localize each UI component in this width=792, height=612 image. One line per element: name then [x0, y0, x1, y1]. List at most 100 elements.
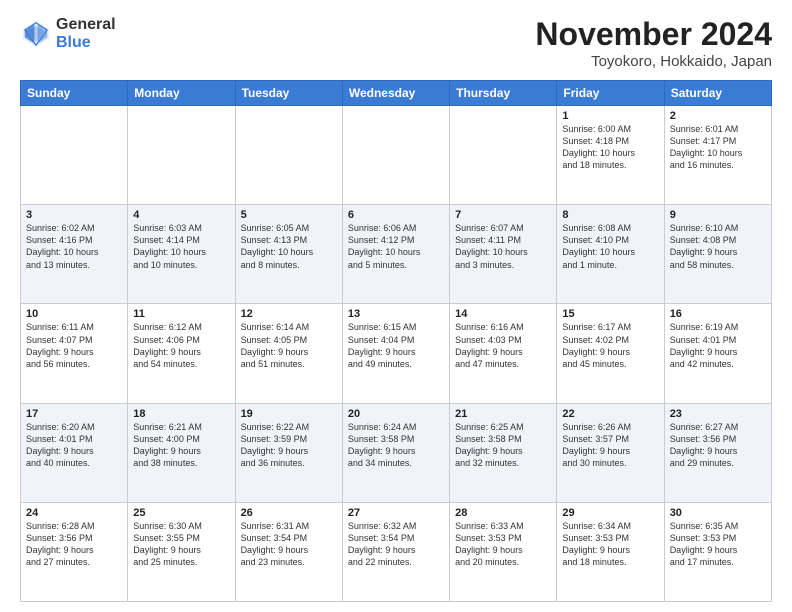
- day-number: 8: [562, 209, 658, 221]
- day-number: 11: [133, 308, 229, 320]
- table-row: 30Sunrise: 6:35 AM Sunset: 3:53 PM Dayli…: [664, 502, 771, 601]
- day-number: 16: [670, 308, 766, 320]
- day-number: 5: [241, 209, 337, 221]
- day-number: 29: [562, 507, 658, 519]
- table-row: 26Sunrise: 6:31 AM Sunset: 3:54 PM Dayli…: [235, 502, 342, 601]
- table-row: 16Sunrise: 6:19 AM Sunset: 4:01 PM Dayli…: [664, 304, 771, 403]
- col-wednesday: Wednesday: [342, 81, 449, 106]
- logo: General Blue: [20, 16, 116, 52]
- table-row: [235, 106, 342, 205]
- table-row: 21Sunrise: 6:25 AM Sunset: 3:58 PM Dayli…: [450, 403, 557, 502]
- calendar-header-row: Sunday Monday Tuesday Wednesday Thursday…: [21, 81, 772, 106]
- col-saturday: Saturday: [664, 81, 771, 106]
- table-row: 20Sunrise: 6:24 AM Sunset: 3:58 PM Dayli…: [342, 403, 449, 502]
- table-row: 7Sunrise: 6:07 AM Sunset: 4:11 PM Daylig…: [450, 205, 557, 304]
- day-number: 21: [455, 408, 551, 420]
- day-info: Sunrise: 6:22 AM Sunset: 3:59 PM Dayligh…: [241, 421, 337, 470]
- day-number: 24: [26, 507, 122, 519]
- day-info: Sunrise: 6:21 AM Sunset: 4:00 PM Dayligh…: [133, 421, 229, 470]
- table-row: 12Sunrise: 6:14 AM Sunset: 4:05 PM Dayli…: [235, 304, 342, 403]
- day-number: 15: [562, 308, 658, 320]
- table-row: 15Sunrise: 6:17 AM Sunset: 4:02 PM Dayli…: [557, 304, 664, 403]
- calendar-table: Sunday Monday Tuesday Wednesday Thursday…: [20, 80, 772, 602]
- day-info: Sunrise: 6:16 AM Sunset: 4:03 PM Dayligh…: [455, 321, 551, 370]
- table-row: 11Sunrise: 6:12 AM Sunset: 4:06 PM Dayli…: [128, 304, 235, 403]
- table-row: 4Sunrise: 6:03 AM Sunset: 4:14 PM Daylig…: [128, 205, 235, 304]
- table-row: 1Sunrise: 6:00 AM Sunset: 4:18 PM Daylig…: [557, 106, 664, 205]
- day-number: 4: [133, 209, 229, 221]
- table-row: 28Sunrise: 6:33 AM Sunset: 3:53 PM Dayli…: [450, 502, 557, 601]
- table-row: [342, 106, 449, 205]
- logo-text: General Blue: [56, 16, 116, 52]
- day-info: Sunrise: 6:20 AM Sunset: 4:01 PM Dayligh…: [26, 421, 122, 470]
- table-row: [128, 106, 235, 205]
- col-friday: Friday: [557, 81, 664, 106]
- day-number: 14: [455, 308, 551, 320]
- day-info: Sunrise: 6:30 AM Sunset: 3:55 PM Dayligh…: [133, 520, 229, 569]
- day-number: 20: [348, 408, 444, 420]
- day-info: Sunrise: 6:35 AM Sunset: 3:53 PM Dayligh…: [670, 520, 766, 569]
- day-info: Sunrise: 6:25 AM Sunset: 3:58 PM Dayligh…: [455, 421, 551, 470]
- day-number: 26: [241, 507, 337, 519]
- day-number: 9: [670, 209, 766, 221]
- col-sunday: Sunday: [21, 81, 128, 106]
- table-row: 25Sunrise: 6:30 AM Sunset: 3:55 PM Dayli…: [128, 502, 235, 601]
- day-number: 13: [348, 308, 444, 320]
- day-info: Sunrise: 6:17 AM Sunset: 4:02 PM Dayligh…: [562, 321, 658, 370]
- table-row: 22Sunrise: 6:26 AM Sunset: 3:57 PM Dayli…: [557, 403, 664, 502]
- day-number: 25: [133, 507, 229, 519]
- day-number: 7: [455, 209, 551, 221]
- day-info: Sunrise: 6:00 AM Sunset: 4:18 PM Dayligh…: [562, 123, 658, 172]
- logo-icon: [20, 18, 52, 50]
- calendar-subtitle: Toyokoro, Hokkaido, Japan: [535, 53, 772, 70]
- table-row: 23Sunrise: 6:27 AM Sunset: 3:56 PM Dayli…: [664, 403, 771, 502]
- day-number: 27: [348, 507, 444, 519]
- table-row: [21, 106, 128, 205]
- day-info: Sunrise: 6:02 AM Sunset: 4:16 PM Dayligh…: [26, 222, 122, 271]
- table-row: [450, 106, 557, 205]
- day-info: Sunrise: 6:01 AM Sunset: 4:17 PM Dayligh…: [670, 123, 766, 172]
- day-number: 2: [670, 110, 766, 122]
- day-info: Sunrise: 6:12 AM Sunset: 4:06 PM Dayligh…: [133, 321, 229, 370]
- table-row: 5Sunrise: 6:05 AM Sunset: 4:13 PM Daylig…: [235, 205, 342, 304]
- day-number: 30: [670, 507, 766, 519]
- day-number: 3: [26, 209, 122, 221]
- title-block: November 2024 Toyokoro, Hokkaido, Japan: [535, 16, 772, 70]
- day-number: 6: [348, 209, 444, 221]
- day-info: Sunrise: 6:10 AM Sunset: 4:08 PM Dayligh…: [670, 222, 766, 271]
- day-info: Sunrise: 6:05 AM Sunset: 4:13 PM Dayligh…: [241, 222, 337, 271]
- table-row: 27Sunrise: 6:32 AM Sunset: 3:54 PM Dayli…: [342, 502, 449, 601]
- day-info: Sunrise: 6:28 AM Sunset: 3:56 PM Dayligh…: [26, 520, 122, 569]
- day-info: Sunrise: 6:03 AM Sunset: 4:14 PM Dayligh…: [133, 222, 229, 271]
- table-row: 9Sunrise: 6:10 AM Sunset: 4:08 PM Daylig…: [664, 205, 771, 304]
- table-row: 19Sunrise: 6:22 AM Sunset: 3:59 PM Dayli…: [235, 403, 342, 502]
- table-row: 29Sunrise: 6:34 AM Sunset: 3:53 PM Dayli…: [557, 502, 664, 601]
- day-info: Sunrise: 6:11 AM Sunset: 4:07 PM Dayligh…: [26, 321, 122, 370]
- day-info: Sunrise: 6:27 AM Sunset: 3:56 PM Dayligh…: [670, 421, 766, 470]
- day-info: Sunrise: 6:06 AM Sunset: 4:12 PM Dayligh…: [348, 222, 444, 271]
- day-number: 19: [241, 408, 337, 420]
- col-thursday: Thursday: [450, 81, 557, 106]
- day-info: Sunrise: 6:33 AM Sunset: 3:53 PM Dayligh…: [455, 520, 551, 569]
- col-monday: Monday: [128, 81, 235, 106]
- day-info: Sunrise: 6:26 AM Sunset: 3:57 PM Dayligh…: [562, 421, 658, 470]
- day-number: 28: [455, 507, 551, 519]
- header: General Blue November 2024 Toyokoro, Hok…: [20, 16, 772, 70]
- table-row: 8Sunrise: 6:08 AM Sunset: 4:10 PM Daylig…: [557, 205, 664, 304]
- table-row: 14Sunrise: 6:16 AM Sunset: 4:03 PM Dayli…: [450, 304, 557, 403]
- calendar-title: November 2024: [535, 16, 772, 53]
- day-info: Sunrise: 6:07 AM Sunset: 4:11 PM Dayligh…: [455, 222, 551, 271]
- table-row: 10Sunrise: 6:11 AM Sunset: 4:07 PM Dayli…: [21, 304, 128, 403]
- day-number: 18: [133, 408, 229, 420]
- table-row: 2Sunrise: 6:01 AM Sunset: 4:17 PM Daylig…: [664, 106, 771, 205]
- day-number: 10: [26, 308, 122, 320]
- table-row: 3Sunrise: 6:02 AM Sunset: 4:16 PM Daylig…: [21, 205, 128, 304]
- day-number: 23: [670, 408, 766, 420]
- page: General Blue November 2024 Toyokoro, Hok…: [0, 0, 792, 612]
- day-info: Sunrise: 6:14 AM Sunset: 4:05 PM Dayligh…: [241, 321, 337, 370]
- day-info: Sunrise: 6:08 AM Sunset: 4:10 PM Dayligh…: [562, 222, 658, 271]
- table-row: 13Sunrise: 6:15 AM Sunset: 4:04 PM Dayli…: [342, 304, 449, 403]
- day-number: 22: [562, 408, 658, 420]
- table-row: 6Sunrise: 6:06 AM Sunset: 4:12 PM Daylig…: [342, 205, 449, 304]
- table-row: 18Sunrise: 6:21 AM Sunset: 4:00 PM Dayli…: [128, 403, 235, 502]
